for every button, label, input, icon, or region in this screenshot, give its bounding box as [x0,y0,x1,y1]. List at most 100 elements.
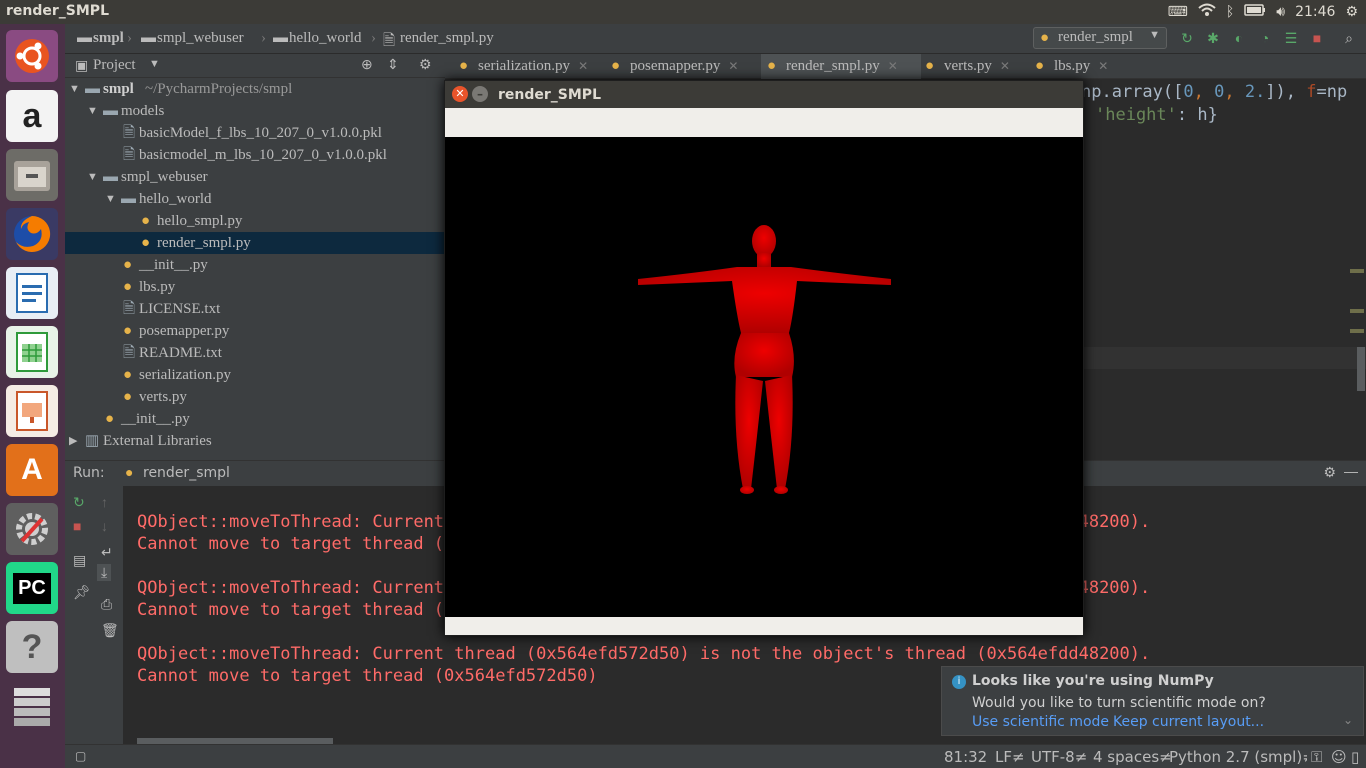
gear-icon[interactable]: ⚙ [1345,4,1358,20]
tab-serialization[interactable]: ● serialization.py ✕ [453,54,588,79]
wifi-icon[interactable] [1198,3,1216,21]
tree-item-smpl-webuser[interactable]: ▼ ▬ smpl_webuser [65,166,445,188]
minimize-icon[interactable]: – [472,86,488,102]
amazon-icon[interactable]: a [6,90,58,142]
tab-lbs[interactable]: ● lbs.py ✕ [1029,54,1108,79]
tree-item-file[interactable]: 🗎 README.txt [65,342,445,364]
inspector-icon[interactable]: ☺ [1331,748,1347,766]
chevron-down-icon[interactable]: ▼ [149,58,160,70]
tree-item-file[interactable]: ● __init__.py [65,254,445,276]
tree-item-file[interactable]: 🗎 basicModel_f_lbs_10_207_0_v1.0.0.pkl [65,122,445,144]
calc-icon[interactable] [6,326,58,378]
rerun-icon[interactable]: ↻ [73,494,85,511]
minimize-icon[interactable]: — [1344,463,1358,479]
bluetooth-icon[interactable]: ᛒ [1226,4,1234,20]
caret-position[interactable]: 81:32 [944,748,987,766]
search-everywhere-icon[interactable]: ⌕ [1341,30,1357,46]
keyboard-icon[interactable]: ⌨ [1168,4,1188,20]
tree-item-file[interactable]: ● posemapper.py [65,320,445,342]
folder-icon: ▬ [103,169,118,185]
arrow-up-icon[interactable]: ↑ [101,494,108,510]
event-log-icon[interactable]: ▯ [1351,748,1359,766]
settings-icon[interactable] [6,503,58,555]
tree-item-file[interactable]: ● lbs.py [65,276,445,298]
run-config-dropdown[interactable]: ● render_smpl ▼ [1033,27,1167,49]
indent-setting[interactable]: 4 spaces≠ [1093,748,1172,766]
soft-wrap-icon[interactable]: ↵ [101,544,113,561]
tree-item-hello-world[interactable]: ▼ ▬ hello_world [65,188,445,210]
chevron-down-icon[interactable]: ⌄ [1343,713,1353,727]
tree-item-file-selected[interactable]: ● render_smpl.py [65,232,445,254]
stop-icon[interactable]: ■ [1309,30,1325,46]
tree-item-file[interactable]: ● serialization.py [65,364,445,386]
scroll-to-end-icon[interactable]: ⤓ [97,564,112,581]
line-separator[interactable]: LF≠ [995,748,1025,766]
python-file-icon: ● [123,367,133,383]
use-scientific-mode-link[interactable]: Use scientific mode [972,714,1109,730]
help-icon[interactable]: ? [6,621,58,673]
tree-label: hello_smpl.py [157,213,243,229]
layout-icon[interactable]: ▤ [73,552,86,569]
python-file-icon: ● [123,323,133,339]
debug-icon[interactable]: ✱ [1205,30,1221,46]
tree-item-file[interactable]: 🗎 basicmodel_m_lbs_10_207_0_v1.0.0.pkl [65,144,445,166]
rerun-icon[interactable]: ↻ [1179,30,1195,46]
software-center-icon[interactable]: A [6,444,58,496]
writer-icon[interactable] [6,267,58,319]
run-config-tab[interactable]: render_smpl [143,465,230,481]
gear-icon[interactable]: ⚙ [419,56,432,73]
coverage-icon[interactable]: ◐ [1231,30,1247,46]
locate-icon[interactable]: ⊕ [361,56,373,73]
impress-icon[interactable] [6,385,58,437]
code-punct: , [1193,82,1215,102]
breadcrumb-smpl-webuser[interactable]: smpl_webuser [157,30,244,47]
breadcrumb-smpl[interactable]: smpl [93,30,124,47]
close-icon[interactable]: ✕ [578,59,588,73]
tree-item-smpl[interactable]: ▼ ▬ smpl ~/PycharmProjects/smpl [65,78,445,100]
arrow-down-icon[interactable]: ↓ [101,518,108,534]
battery-icon[interactable] [1244,4,1266,20]
close-icon[interactable]: ✕ [888,59,898,73]
close-icon[interactable]: ✕ [452,86,468,102]
files-icon[interactable] [6,149,58,201]
window-titlebar[interactable]: ✕ – render_SMPL [445,81,1083,108]
project-panel-title[interactable]: Project [93,57,136,74]
tree-item-file[interactable]: 🗎 LICENSE.txt [65,298,445,320]
clock[interactable]: 21:46 [1295,4,1335,20]
tab-verts[interactable]: ● verts.py ✕ [919,54,1010,79]
pin-icon[interactable]: 📌︎ [73,584,91,601]
collapse-icon[interactable]: ⇕ [387,56,399,73]
tree-item-file[interactable]: ● hello_smpl.py [65,210,445,232]
close-icon[interactable]: ✕ [1000,59,1010,73]
tab-posemapper[interactable]: ● posemapper.py ✕ [605,54,738,79]
tree-item-models[interactable]: ▼ ▬ models [65,100,445,122]
render-canvas[interactable] [445,137,1083,617]
print-icon[interactable]: ⎙ [101,596,112,613]
tree-item-file[interactable]: ● __init__.py [65,408,445,430]
close-icon[interactable]: ✕ [728,59,738,73]
pycharm-icon[interactable]: PC [6,562,58,614]
breadcrumb-render-smpl[interactable]: render_smpl.py [400,30,494,47]
file-encoding[interactable]: UTF-8≠ [1031,748,1087,766]
gear-icon[interactable]: ⚙ [1323,464,1336,481]
ubuntu-dash-icon[interactable] [6,30,58,82]
scrollbar-thumb[interactable] [1357,347,1365,391]
tree-item-external-libraries[interactable]: ▶ ▥ External Libraries [65,430,445,452]
breadcrumb-hello-world[interactable]: hello_world [289,30,362,47]
chevron-down-icon: ▼ [105,193,116,205]
interpreter[interactable]: Python 2.7 (smpl)≠ [1169,748,1307,766]
tab-render-smpl[interactable]: ● render_smpl.py ✕ [761,54,921,79]
firefox-icon[interactable] [6,208,58,260]
volume-icon[interactable]: 🔊︎ [1276,4,1285,20]
lock-icon[interactable]: ⚿ [1311,748,1322,766]
stop-icon[interactable]: ■ [73,518,81,534]
keep-layout-link[interactable]: Keep current layout... [1113,714,1264,730]
tree-item-file[interactable]: ● verts.py [65,386,445,408]
tree-label: lbs.py [139,279,176,295]
close-icon[interactable]: ✕ [1098,59,1108,73]
workspaces-icon[interactable] [6,680,58,732]
panel-toggle-icon[interactable]: ▢ [75,749,86,763]
trash-icon[interactable]: 🗑︎ [101,622,119,639]
concurrency-icon[interactable]: ☰ [1283,30,1299,46]
profile-icon[interactable]: ◔ [1257,30,1273,46]
